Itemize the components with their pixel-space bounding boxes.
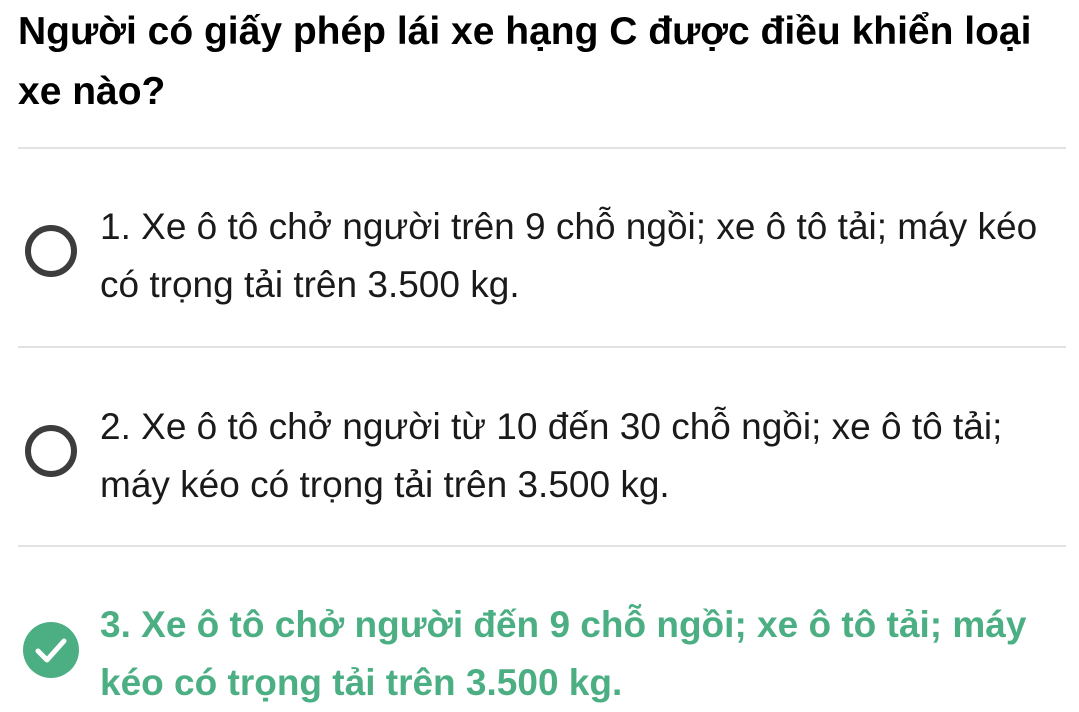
answer-option-2[interactable]: 2. Xe ô tô chở người từ 10 đến 30 chỗ ng…	[0, 398, 1079, 518]
answer-text-3: 3. Xe ô tô chở người đến 9 chỗ ngồi; xe …	[100, 604, 1027, 703]
checkmark-circle-icon[interactable]	[23, 622, 79, 678]
divider	[18, 545, 1066, 547]
radio-unchecked-icon[interactable]	[25, 425, 77, 477]
divider	[18, 147, 1066, 149]
answer-option-1[interactable]: 1. Xe ô tô chở người trên 9 chỗ ngồi; xe…	[0, 198, 1079, 318]
answer-text-2: 2. Xe ô tô chở người từ 10 đến 30 chỗ ng…	[100, 406, 1003, 505]
answer-text-1: 1. Xe ô tô chở người trên 9 chỗ ngồi; xe…	[100, 206, 1038, 305]
answer-option-3[interactable]: 3. Xe ô tô chở người đến 9 chỗ ngồi; xe …	[0, 596, 1079, 704]
question-text: Người có giấy phép lái xe hạng C được đi…	[18, 10, 1032, 113]
divider	[18, 346, 1066, 348]
radio-unchecked-icon[interactable]	[25, 225, 77, 277]
